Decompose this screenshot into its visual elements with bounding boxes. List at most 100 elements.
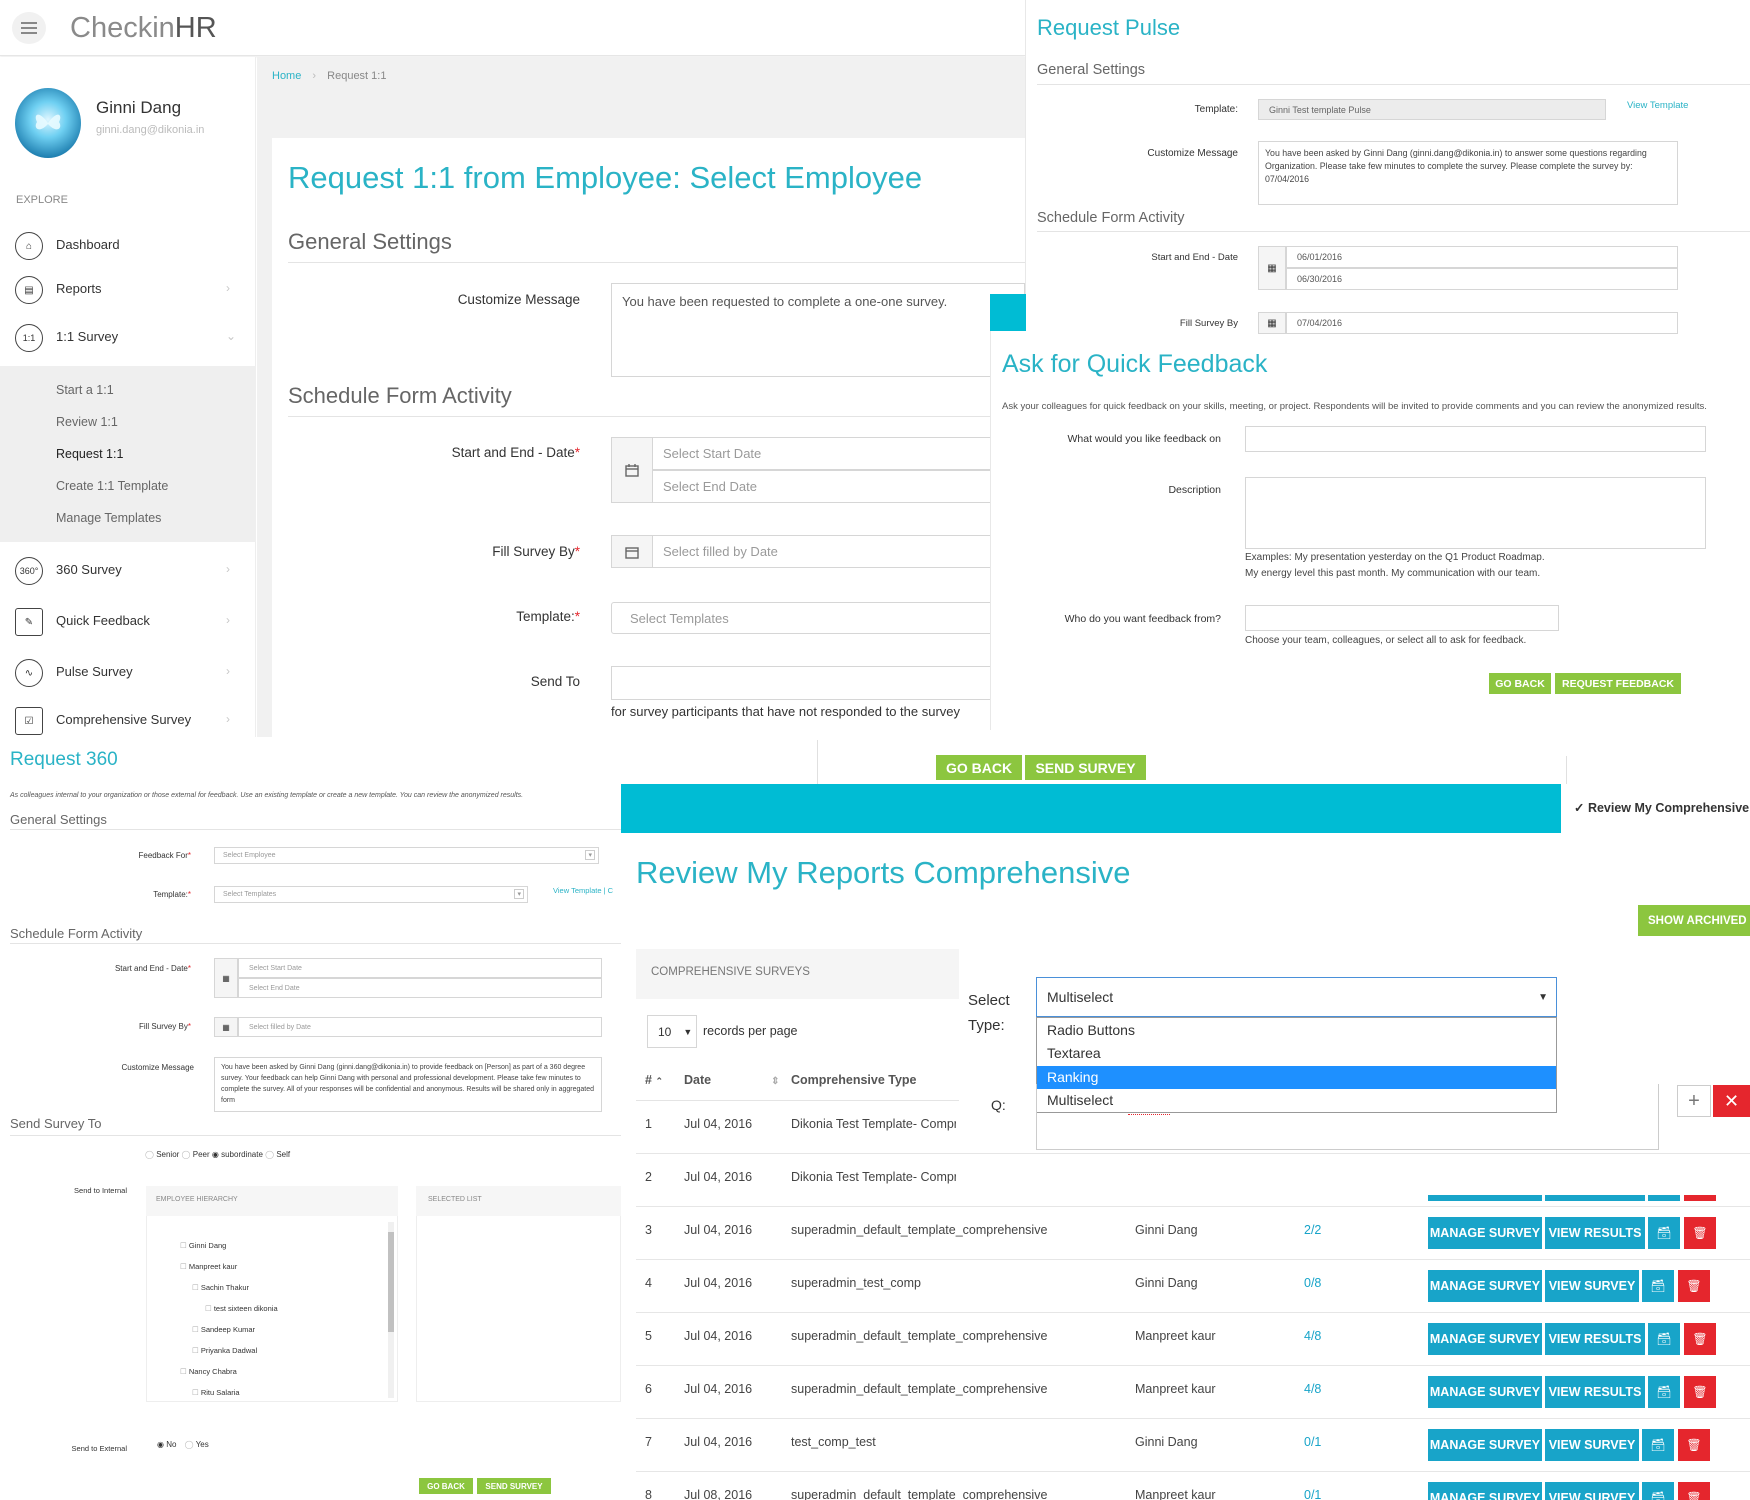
row-action-button-edge[interactable] [1428, 1195, 1542, 1201]
view-survey-button[interactable]: VIEW SURVEY [1545, 1482, 1639, 1500]
hierarchy-scrollbar[interactable] [388, 1222, 394, 1398]
manage-survey-button[interactable]: MANAGE SURVEY [1428, 1482, 1542, 1500]
radio-subordinate[interactable]: ◉ subordinate [212, 1150, 263, 1159]
sidebar-item-360-survey[interactable]: 360° 360 Survey › [0, 551, 256, 591]
col-header-type[interactable]: Comprehensive Type [791, 1073, 917, 1087]
fill-calendar[interactable] [611, 535, 653, 568]
dropdown-option-textarea[interactable]: Textarea [1037, 1042, 1556, 1065]
description-input[interactable] [1245, 477, 1706, 549]
pulse-fill-date[interactable]: 07/04/2016 [1286, 312, 1678, 334]
pulse-customize-field[interactable]: You have been asked by Ginni Dang (ginni… [1258, 141, 1678, 205]
archive-button[interactable]: 🗃 [1648, 1376, 1680, 1408]
go-back-button[interactable]: GO BACK [936, 755, 1022, 780]
manage-survey-button[interactable]: MANAGE SURVEY [1428, 1217, 1542, 1249]
app-logo[interactable]: CheckinHR [70, 12, 217, 45]
avatar[interactable] [15, 88, 81, 158]
delete-button[interactable]: 🗑 [1684, 1323, 1716, 1355]
row-count[interactable]: 0/1 [1304, 1435, 1321, 1449]
records-per-page-select[interactable]: 10 ▼ [647, 1015, 697, 1048]
delete-button[interactable]: 🗑 [1684, 1376, 1716, 1408]
r360-template-select[interactable]: Select Templates ▾ [214, 886, 528, 903]
quick-go-back-button[interactable]: GO BACK [1489, 673, 1551, 694]
radio-external-yes[interactable]: ◯ Yes [185, 1440, 209, 1449]
row-count[interactable]: 0/1 [1304, 1488, 1321, 1500]
pulse-template-field[interactable]: Ginni Test template Pulse [1258, 99, 1606, 120]
r360-end-date[interactable]: Select End Date [238, 978, 602, 998]
send-to-input[interactable] [611, 666, 1025, 700]
r360-date-calendar[interactable]: ▦ [214, 958, 238, 998]
template-select[interactable]: Select Templates [611, 602, 1025, 634]
review-top-tab[interactable]: ✓ Review My Comprehensive S [1574, 800, 1750, 815]
hamburger-menu-button[interactable] [12, 12, 46, 44]
submenu-item-manage-templates[interactable]: Manage Templates [56, 511, 161, 525]
radio-senior[interactable]: ◯ Senior [145, 1150, 179, 1159]
breadcrumb-home[interactable]: Home [272, 70, 301, 82]
tree-item[interactable]: ☐ Ritu Salaria [192, 1388, 240, 1397]
r360-fill-input[interactable]: Select filled by Date [238, 1017, 602, 1037]
r360-fill-calendar[interactable]: ▦ [214, 1017, 238, 1037]
delete-button[interactable]: 🗑 [1684, 1217, 1716, 1249]
r360-view-template-link[interactable]: View Template | C [553, 886, 613, 895]
manage-survey-button[interactable]: MANAGE SURVEY [1428, 1323, 1542, 1355]
radio-peer[interactable]: ◯ Peer [182, 1150, 210, 1159]
delete-button[interactable]: 🗑 [1678, 1482, 1710, 1500]
tree-item[interactable]: ☐ test sixteen dikonia [205, 1304, 278, 1313]
sidebar-item-quick-feedback[interactable]: ✎ Quick Feedback › [0, 602, 256, 642]
dropdown-option-radio-buttons[interactable]: Radio Buttons [1037, 1019, 1556, 1042]
submenu-item-review[interactable]: Review 1:1 [56, 415, 118, 429]
r360-go-back-button[interactable]: GO BACK [419, 1478, 473, 1494]
row-count[interactable]: 4/8 [1304, 1382, 1321, 1396]
row-action-button-edge[interactable] [1684, 1195, 1716, 1201]
sidebar-item-pulse-survey[interactable]: ∿ Pulse Survey › [0, 653, 256, 693]
r360-customize-field[interactable]: You have been asked by Ginni Dang (ginni… [214, 1057, 602, 1112]
row-count[interactable]: 0/8 [1304, 1276, 1321, 1290]
feedback-for-select[interactable]: Select Employee ▾ [214, 847, 599, 864]
pulse-start-date[interactable]: 06/01/2016 [1286, 246, 1678, 268]
pulse-end-date[interactable]: 06/30/2016 [1286, 268, 1678, 290]
archive-button[interactable]: 🗃 [1648, 1217, 1680, 1249]
radio-self[interactable]: ◯ Self [265, 1150, 290, 1159]
row-count[interactable]: 2/2 [1304, 1223, 1321, 1237]
sidebar-item-reports[interactable]: ▤ Reports › [0, 270, 256, 310]
view-results-button[interactable]: VIEW RESULTS [1545, 1217, 1645, 1249]
date-range-calendar[interactable] [611, 437, 653, 503]
question-type-select[interactable]: Multiselect ▼ [1036, 977, 1557, 1017]
feedback-from-input[interactable] [1245, 605, 1559, 631]
tree-item[interactable]: ☐ Nancy Chabra [180, 1367, 237, 1376]
send-survey-button[interactable]: SEND SURVEY [1025, 755, 1146, 780]
radio-external-no[interactable]: ◉ No [157, 1440, 176, 1449]
manage-survey-button[interactable]: MANAGE SURVEY [1428, 1270, 1542, 1302]
col-header-date[interactable]: Date ⇕ [684, 1073, 779, 1087]
delete-button[interactable]: 🗑 [1678, 1270, 1710, 1302]
view-survey-button[interactable]: VIEW SURVEY [1545, 1270, 1639, 1302]
tree-item[interactable]: ☐ Sachin Thakur [192, 1283, 249, 1292]
pulse-view-template-link[interactable]: View Template [1627, 100, 1688, 111]
show-archived-button[interactable]: SHOW ARCHIVED R [1638, 905, 1750, 936]
view-results-button[interactable]: VIEW RESULTS [1545, 1323, 1645, 1355]
r360-send-survey-button[interactable]: SEND SURVEY [477, 1478, 551, 1494]
sidebar-item-1-1-survey[interactable]: 1:1 1:1 Survey ⌄ [0, 318, 256, 358]
sidebar-item-comprehensive-survey[interactable]: ☑ Comprehensive Survey › [0, 704, 256, 738]
col-header-number[interactable]: # ⌃ [645, 1073, 663, 1087]
question-textarea[interactable] [1036, 1084, 1659, 1150]
archive-button[interactable]: 🗃 [1648, 1323, 1680, 1355]
manage-survey-button[interactable]: MANAGE SURVEY [1428, 1376, 1542, 1408]
archive-button[interactable]: 🗃 [1642, 1429, 1674, 1461]
remove-question-button[interactable]: ✕ [1713, 1085, 1750, 1117]
end-date-input[interactable]: Select End Date [652, 470, 1025, 503]
view-results-button[interactable]: VIEW RESULTS [1545, 1376, 1645, 1408]
sidebar-item-dashboard[interactable]: ⌂ Dashboard [0, 226, 256, 266]
manage-survey-button[interactable]: MANAGE SURVEY [1428, 1429, 1542, 1461]
submenu-item-create-template[interactable]: Create 1:1 Template [56, 479, 168, 493]
row-action-button-edge[interactable] [1545, 1195, 1645, 1201]
tree-item[interactable]: ☐ Manpreet kaur [180, 1262, 237, 1271]
view-survey-button[interactable]: VIEW SURVEY [1545, 1429, 1639, 1461]
row-count[interactable]: 4/8 [1304, 1329, 1321, 1343]
tree-item[interactable]: ☐ Priyanka Dadwal [192, 1346, 257, 1355]
row-action-button-edge[interactable] [1648, 1195, 1680, 1201]
r360-start-date[interactable]: Select Start Date [238, 958, 602, 978]
submenu-item-start[interactable]: Start a 1:1 [56, 383, 114, 397]
archive-button[interactable]: 🗃 [1642, 1270, 1674, 1302]
fill-survey-input[interactable]: Select filled by Date [652, 535, 1025, 568]
customize-message-field[interactable]: You have been requested to complete a on… [611, 283, 1025, 377]
